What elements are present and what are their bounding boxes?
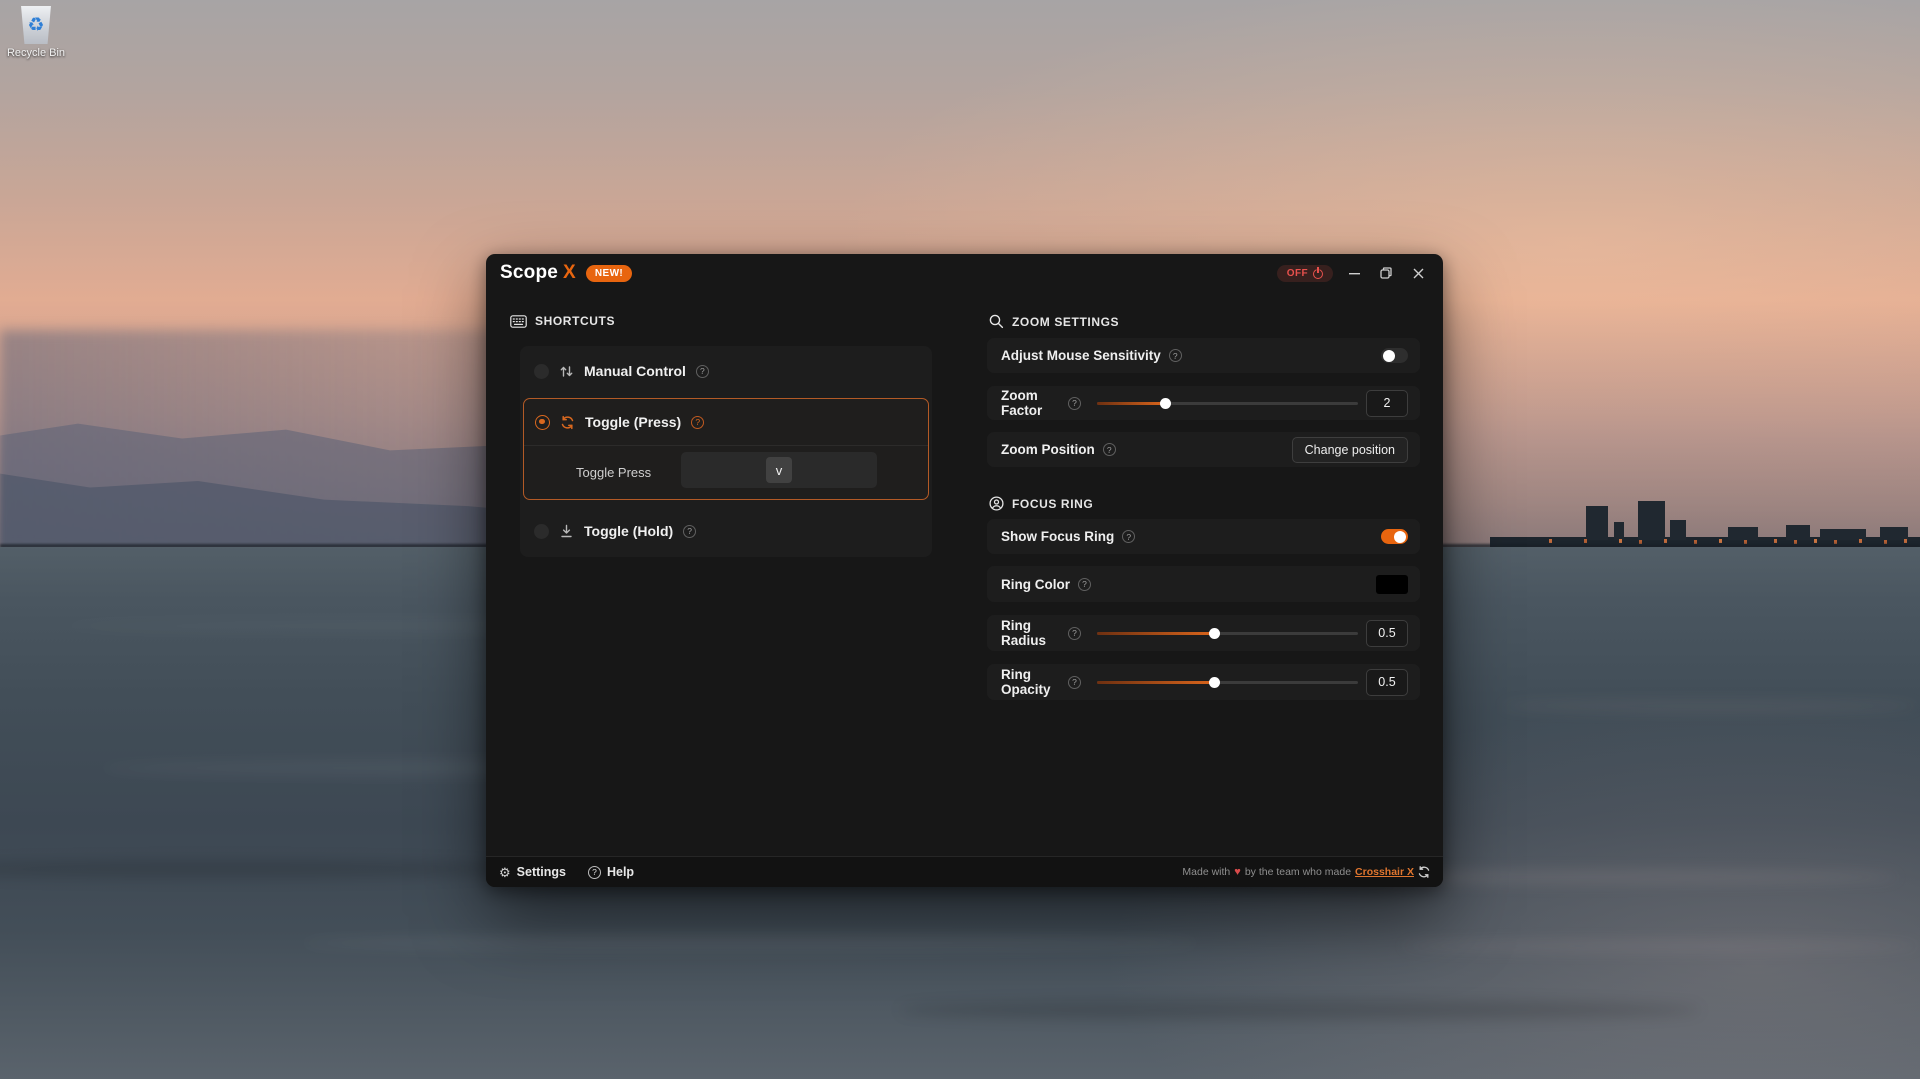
zoom-factor-help-icon[interactable]: ?	[1068, 397, 1081, 410]
keyboard-icon	[510, 315, 527, 328]
help-icon: ?	[588, 866, 601, 879]
help-label: Help	[607, 865, 634, 879]
mouse-sensitivity-label: Adjust Mouse Sensitivity	[1001, 348, 1161, 363]
slider-knob[interactable]	[1209, 677, 1220, 688]
recycle-bin-shortcut[interactable]: ♻ Recycle Bin	[4, 6, 68, 59]
sync-icon[interactable]	[1418, 866, 1430, 878]
row-adjust-mouse-sensitivity: Adjust Mouse Sensitivity ?	[987, 338, 1420, 373]
toggle-press-label: Toggle (Press)	[585, 414, 681, 430]
maximize-button[interactable]	[1375, 262, 1397, 284]
ring-radius-value: 0.5	[1366, 620, 1408, 647]
ring-opacity-slider[interactable]	[1097, 675, 1358, 689]
keybind-input[interactable]: v	[681, 452, 877, 488]
gear-icon: ⚙	[499, 866, 511, 879]
toggle-press-help-icon[interactable]: ?	[691, 416, 704, 429]
keycap: v	[766, 457, 792, 483]
change-position-button[interactable]: Change position	[1292, 437, 1408, 463]
credit-text: Made with ♥ by the team who made Crossha…	[1182, 866, 1430, 878]
settings-menu-button[interactable]: ⚙ Settings	[499, 865, 566, 879]
manual-control-help-icon[interactable]: ?	[696, 365, 709, 378]
mouse-sensitivity-help-icon[interactable]: ?	[1169, 349, 1182, 362]
credit-middle: by the team who made	[1245, 866, 1351, 878]
row-ring-opacity: Ring Opacity ? 0.5	[987, 664, 1420, 700]
window-footer: ⚙ Settings ? Help Made with ♥ by the tea…	[486, 856, 1443, 887]
slider-knob[interactable]	[1160, 398, 1171, 409]
show-focus-ring-label: Show Focus Ring	[1001, 529, 1114, 544]
zoom-settings-header: ZOOM SETTINGS	[989, 314, 1119, 329]
settings-label: Settings	[517, 865, 566, 879]
wave-streak	[900, 1000, 1700, 1020]
wave-streak	[1400, 940, 1920, 952]
toggle-press-radio[interactable]	[535, 415, 550, 430]
shortcuts-header: SHORTCUTS	[510, 314, 615, 328]
heart-icon: ♥	[1234, 866, 1241, 878]
show-focus-ring-toggle[interactable]	[1381, 529, 1408, 544]
ring-opacity-help-icon[interactable]: ?	[1068, 676, 1081, 689]
magnifier-icon	[989, 314, 1004, 329]
scope-x-window: ScopeX NEW! OFF	[486, 254, 1443, 887]
option-toggle-press[interactable]: Toggle (Press) ?	[524, 399, 928, 445]
help-menu-button[interactable]: ? Help	[588, 865, 634, 879]
wave-streak	[1500, 700, 1920, 712]
show-focus-ring-help-icon[interactable]: ?	[1122, 530, 1135, 543]
row-zoom-factor: Zoom Factor ? 2	[987, 386, 1420, 420]
new-badge: NEW!	[586, 265, 632, 282]
zoom-position-label: Zoom Position	[1001, 442, 1095, 457]
ring-opacity-value: 0.5	[1366, 669, 1408, 696]
recycle-bin-label: Recycle Bin	[4, 47, 68, 59]
ring-color-label: Ring Color	[1001, 577, 1070, 592]
focus-ring-header: FOCUS RING	[989, 496, 1093, 511]
ring-radius-slider[interactable]	[1097, 626, 1358, 640]
option-toggle-hold[interactable]: Toggle (Hold) ?	[520, 506, 932, 556]
focus-ring-header-label: FOCUS RING	[1012, 497, 1093, 511]
row-show-focus-ring: Show Focus Ring ?	[987, 519, 1420, 554]
zoom-factor-slider[interactable]	[1097, 396, 1358, 410]
credit-prefix: Made with	[1182, 866, 1230, 878]
press-down-icon	[559, 524, 574, 539]
manual-control-label: Manual Control	[584, 363, 686, 379]
row-ring-color: Ring Color ?	[987, 566, 1420, 602]
row-zoom-position: Zoom Position ? Change position	[987, 432, 1420, 467]
power-icon	[1313, 268, 1323, 278]
option-manual-control[interactable]: Manual Control ?	[520, 346, 932, 396]
shortcuts-panel: SHORTCUTS Manual Control ?	[510, 292, 933, 856]
wallpaper-city-skyline	[1490, 500, 1920, 548]
shortcuts-header-label: SHORTCUTS	[535, 314, 615, 328]
toggle-hold-label: Toggle (Hold)	[584, 523, 673, 539]
close-button[interactable]	[1407, 262, 1429, 284]
zoom-settings-header-label: ZOOM SETTINGS	[1012, 315, 1119, 329]
keybind-label: Toggle Press	[576, 465, 651, 480]
slider-knob[interactable]	[1209, 628, 1220, 639]
ring-radius-label: Ring Radius	[1001, 618, 1060, 648]
row-ring-radius: Ring Radius ? 0.5	[987, 615, 1420, 651]
minimize-button[interactable]	[1343, 262, 1365, 284]
wave-streak	[300, 935, 1200, 951]
focus-ring-icon	[989, 496, 1004, 511]
app-logo: ScopeX	[500, 262, 576, 284]
toggle-hold-help-icon[interactable]: ?	[683, 525, 696, 538]
settings-panel: ZOOM SETTINGS Adjust Mouse Sensitivity ?…	[987, 292, 1420, 856]
zoom-factor-label: Zoom Factor	[1001, 388, 1060, 418]
titlebar[interactable]: ScopeX NEW! OFF	[486, 254, 1443, 292]
power-state-label: OFF	[1287, 268, 1308, 279]
mouse-sensitivity-toggle[interactable]	[1381, 348, 1408, 363]
cycle-icon	[560, 415, 575, 430]
ring-color-swatch[interactable]	[1376, 575, 1408, 594]
crosshair-x-link[interactable]: Crosshair X	[1355, 866, 1414, 878]
shortcuts-card: Manual Control ? Toggle (Press) ? Toggle…	[520, 346, 932, 557]
ring-radius-help-icon[interactable]: ?	[1068, 627, 1081, 640]
selected-option-card: Toggle (Press) ? Toggle Press v	[523, 398, 929, 500]
recycle-bin-icon: ♻	[19, 6, 53, 44]
ring-opacity-label: Ring Opacity	[1001, 667, 1060, 697]
up-down-arrows-icon	[559, 364, 574, 379]
ring-color-help-icon[interactable]: ?	[1078, 578, 1091, 591]
toggle-hold-radio[interactable]	[534, 524, 549, 539]
manual-control-radio[interactable]	[534, 364, 549, 379]
zoom-factor-value: 2	[1366, 390, 1408, 417]
zoom-position-help-icon[interactable]: ?	[1103, 443, 1116, 456]
power-toggle-button[interactable]: OFF	[1277, 265, 1333, 282]
